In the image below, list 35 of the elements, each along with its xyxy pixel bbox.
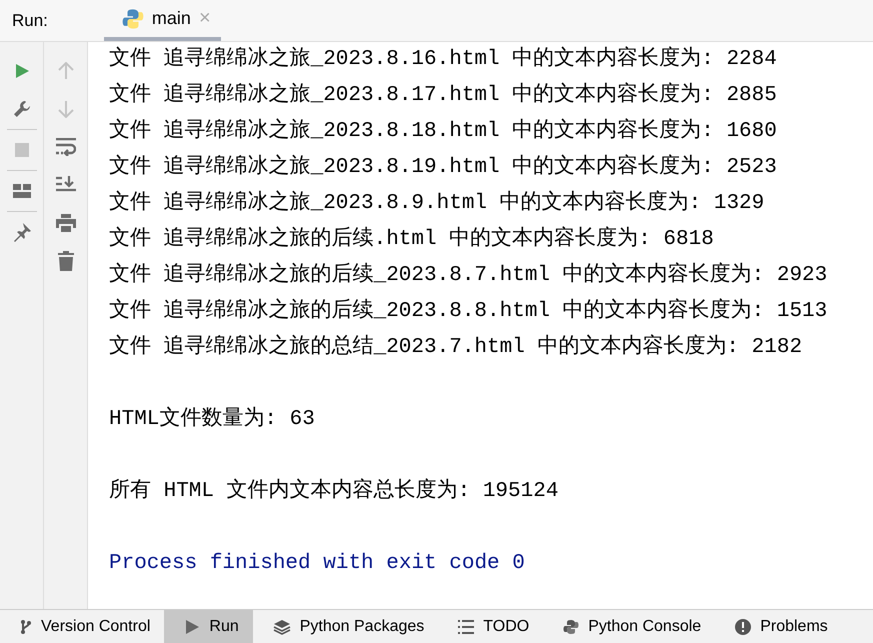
script-tab[interactable]: main × (104, 0, 221, 41)
tool-window-tab[interactable]: TODO (438, 610, 544, 643)
run-icon (184, 618, 200, 634)
tool-window-tab[interactable]: Run (164, 610, 253, 643)
layers-icon (272, 618, 291, 634)
console-line: 文件 追寻绵绵冰之旅的后续_2023.8.7.html 中的文本内容长度为: 2923 (109, 261, 828, 289)
console-line: 文件 追寻绵绵冰之旅_2023.8.17.html 中的文本内容长度为: 2885 (109, 81, 778, 109)
console-line: 文件 追寻绵绵冰之旅_2023.8.9.html 中的文本内容长度为: 1329 (109, 189, 766, 217)
tool-window-tab[interactable]: Python Packages (252, 610, 438, 643)
pin-icon[interactable] (12, 222, 32, 242)
trash-icon[interactable] (58, 251, 74, 271)
layout-icon[interactable] (12, 184, 30, 198)
branch-icon (20, 618, 32, 634)
console-line: 文件 追寻绵绵冰之旅_2023.8.18.html 中的文本内容长度为: 1680 (109, 117, 778, 145)
console-line: 文件 追寻绵绵冰之旅的后续_2023.8.8.html 中的文本内容长度为: 1513 (109, 297, 828, 325)
print-icon[interactable] (56, 213, 76, 233)
wrench-icon[interactable] (12, 100, 30, 118)
console-line: HTML文件数量为: 63 (109, 406, 316, 433)
run-icon[interactable] (14, 63, 30, 79)
python-icon (563, 618, 580, 634)
tool-window-tab[interactable]: Version Control (0, 610, 164, 643)
console-line: 文件 追寻绵绵冰之旅_2023.8.19.html 中的文本内容长度为: 2523 (109, 153, 778, 181)
soft-wrap-icon[interactable] (56, 138, 76, 156)
python-icon (122, 8, 144, 30)
tool-window-tab[interactable]: Problems (715, 610, 842, 643)
console-line: 文件 追寻绵绵冰之旅的后续.html 中的文本内容长度为: 6818 (109, 225, 715, 253)
tool-window-tab[interactable]: Python Console (543, 610, 716, 643)
scroll-to-end-icon[interactable] (56, 176, 76, 194)
console-line: 所有 HTML 文件内文本内容总长度为: 195124 (109, 477, 560, 505)
exit-message: Process finished with exit code 0 (109, 551, 526, 577)
panel-label: Run: (11, 10, 49, 32)
console-line: 文件 追寻绵绵冰之旅的总结_2023.7.html 中的文本内容长度为: 2182 (109, 333, 804, 361)
list-icon (458, 620, 474, 634)
alert-icon (735, 618, 752, 634)
console-line: 文件 追寻绵绵冰之旅_2023.8.16.html 中的文本内容长度为: 2284 (109, 45, 778, 73)
